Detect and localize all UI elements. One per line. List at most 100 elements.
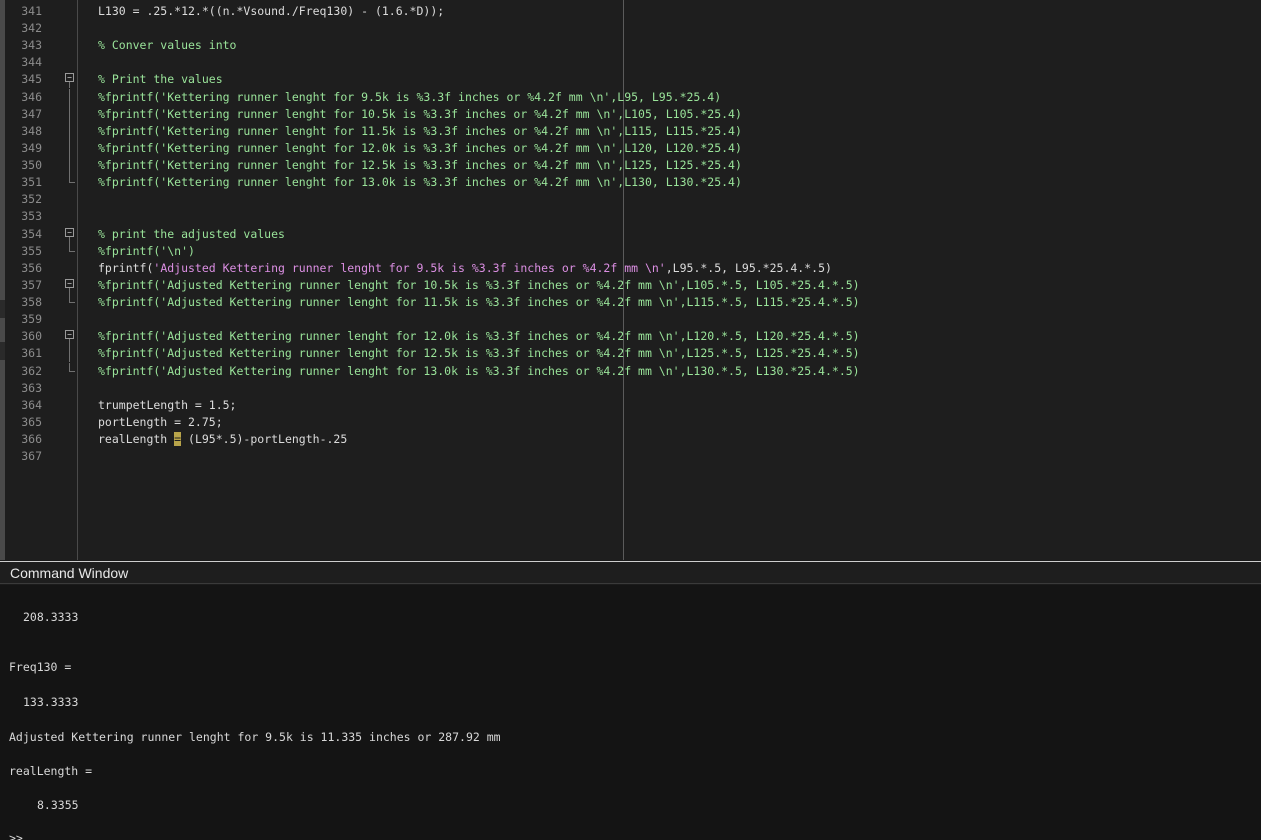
command-window-header: Command Window xyxy=(0,561,1261,584)
line-number: 356 xyxy=(21,260,42,275)
command-window-output[interactable]: 208.3333 Freq130 = 133.3333 Adjusted Ketter… xyxy=(0,585,1261,840)
fold-toggle-icon[interactable]: − xyxy=(65,73,74,83)
code-line[interactable]: 351 %fprintf('Kettering runner lenght for… xyxy=(0,174,1261,191)
code-text: %fprintf('Kettering runner lenght for 12… xyxy=(98,140,742,155)
code-text: %fprintf('Kettering runner lenght for 12… xyxy=(98,158,742,173)
code-text: %fprintf('Kettering runner lenght for 11… xyxy=(98,123,742,138)
line-number: 354 xyxy=(21,226,42,241)
line-number: 364 xyxy=(21,397,42,412)
line-number: 358 xyxy=(21,295,42,310)
code-text: realLength = (L95*.5)-portLength-.25 xyxy=(98,431,347,448)
code-text: %fprintf('Adjusted Kettering runner leng… xyxy=(98,363,860,378)
code-line[interactable]: 356 fprintf('Adjusted Kettering runner le… xyxy=(0,260,1261,277)
code-line[interactable]: 365 portLength = 2.75; xyxy=(0,414,1261,431)
line-number: 363 xyxy=(21,380,42,395)
line-number: 362 xyxy=(21,363,42,378)
code-line[interactable]: 362 %fprintf('Adjusted Kettering runner l… xyxy=(0,362,1261,380)
code-editor[interactable]: 341 L130 = .25.*12.*((n.*Vsound./Freq130)… xyxy=(0,0,1261,560)
line-number: 357 xyxy=(21,277,42,292)
code-line[interactable]: 348 %fprintf('Kettering runner lenght for… xyxy=(0,122,1261,140)
code-args: ,L95.*.5, L95.*25.4.*.5) xyxy=(665,260,832,275)
code-text: trumpetLength = 1.5; xyxy=(98,397,237,412)
output-line: realLength = xyxy=(9,764,93,778)
output-line: Freq130 = xyxy=(9,660,72,674)
line-number: 349 xyxy=(21,140,42,155)
fold-end-guide xyxy=(69,242,75,252)
output-line: Adjusted Kettering runner lenght for 9.5… xyxy=(9,730,501,744)
code-line[interactable]: 344 xyxy=(0,54,1261,71)
line-number: 359 xyxy=(21,312,42,327)
code-line[interactable]: 345 − % Print the values xyxy=(0,71,1261,89)
code-text: % Conver values into xyxy=(98,38,237,53)
code-text: %fprintf('Adjusted Kettering runner leng… xyxy=(98,277,860,292)
fold-guide xyxy=(69,82,70,89)
code-line[interactable]: 360 − %fprintf('Adjusted Kettering runner … xyxy=(0,328,1261,346)
fold-end-guide xyxy=(69,362,75,372)
line-number: 342 xyxy=(21,21,42,36)
code-expression: (L95*.5)-portLength-.25 xyxy=(181,432,348,446)
line-number: 365 xyxy=(21,414,42,429)
code-line[interactable]: 343 % Conver values into xyxy=(0,37,1261,54)
line-number: 360 xyxy=(21,329,42,344)
code-line[interactable]: 353 xyxy=(0,208,1261,225)
line-number: 345 xyxy=(21,72,42,87)
code-line[interactable]: 359 xyxy=(0,311,1261,328)
fold-guide xyxy=(69,287,70,294)
code-line[interactable]: 363 xyxy=(0,380,1261,397)
line-number: 361 xyxy=(21,346,42,361)
code-line[interactable]: 367 xyxy=(0,448,1261,465)
code-line[interactable]: 366 realLength = (L95*.5)-portLength-.25 xyxy=(0,431,1261,448)
code-text: %fprintf('Kettering runner lenght for 13… xyxy=(98,175,742,190)
line-number: 353 xyxy=(21,209,42,224)
code-line[interactable]: 342 xyxy=(0,20,1261,37)
command-window-title: Command Window xyxy=(10,565,129,581)
line-number: 343 xyxy=(21,38,42,53)
code-text: %fprintf('Adjusted Kettering runner leng… xyxy=(98,329,860,344)
code-text: %fprintf('Adjusted Kettering runner leng… xyxy=(98,295,860,310)
code-text: %fprintf('Kettering runner lenght for 9.… xyxy=(98,89,722,104)
command-prompt[interactable]: >> xyxy=(9,831,23,840)
code-text: %fprintf('\n') xyxy=(98,243,195,258)
code-line[interactable]: 358 %fprintf('Adjusted Kettering runner l… xyxy=(0,294,1261,311)
line-number: 350 xyxy=(21,158,42,173)
fold-toggle-icon[interactable]: − xyxy=(65,330,74,340)
fold-toggle-icon[interactable]: − xyxy=(65,278,74,288)
line-number: 348 xyxy=(21,123,42,138)
line-number: 367 xyxy=(21,449,42,464)
code-line[interactable]: 364 trumpetLength = 1.5; xyxy=(0,397,1261,414)
fold-guide xyxy=(69,345,70,363)
fold-guide xyxy=(69,339,70,346)
code-text: %fprintf('Adjusted Kettering runner leng… xyxy=(98,346,860,361)
code-text: L130 = .25.*12.*((n.*Vsound./Freq130) - … xyxy=(98,4,445,18)
code-line[interactable]: 350 %fprintf('Kettering runner lenght for… xyxy=(0,157,1261,175)
code-identifier: realLength xyxy=(98,432,175,446)
code-line[interactable]: 361 %fprintf('Adjusted Kettering runner l… xyxy=(0,345,1261,363)
fold-guide xyxy=(69,157,70,175)
code-line[interactable]: 355 %fprintf('\n') xyxy=(0,242,1261,260)
fold-end-guide xyxy=(69,294,75,304)
output-line: 8.3355 xyxy=(37,798,79,812)
line-number: 352 xyxy=(21,192,42,207)
code-text: % print the adjusted values xyxy=(98,226,285,241)
fold-toggle-icon[interactable]: − xyxy=(65,227,74,237)
output-line: 133.3333 xyxy=(23,695,79,709)
code-string: 'Adjusted Kettering runner lenght for 9.… xyxy=(153,260,666,275)
line-number: 351 xyxy=(21,175,42,190)
code-line[interactable]: 346 %fprintf('Kettering runner lenght for… xyxy=(0,88,1261,106)
code-line[interactable]: 341 L130 = .25.*12.*((n.*Vsound./Freq130)… xyxy=(0,3,1261,20)
line-number: 347 xyxy=(21,106,42,121)
code-line[interactable]: 357 − %fprintf('Adjusted Kettering runner … xyxy=(0,277,1261,294)
code-text: fprintf('Adjusted Kettering runner lengh… xyxy=(98,260,832,277)
code-line[interactable]: 354 − % print the adjusted values xyxy=(0,226,1261,243)
code-text: %fprintf('Kettering runner lenght for 10… xyxy=(98,106,742,121)
fold-guide xyxy=(69,88,70,106)
fold-guide xyxy=(69,236,70,243)
output-line: 208.3333 xyxy=(23,610,79,624)
code-text: % Print the values xyxy=(98,72,223,87)
code-line[interactable]: 349 %fprintf('Kettering runner lenght for… xyxy=(0,139,1261,157)
code-line[interactable]: 347 %fprintf('Kettering runner lenght for… xyxy=(0,105,1261,123)
code-line[interactable]: 352 xyxy=(0,191,1261,208)
line-number: 341 xyxy=(21,4,42,18)
fold-guide xyxy=(69,122,70,140)
fold-guide xyxy=(69,105,70,123)
